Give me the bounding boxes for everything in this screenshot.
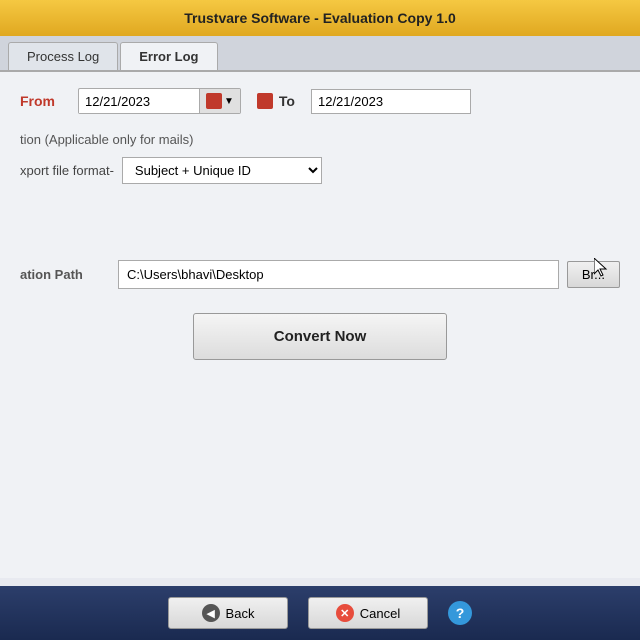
- cancel-label: Cancel: [360, 606, 400, 621]
- from-label: From: [20, 93, 70, 109]
- to-date-input[interactable]: [311, 89, 471, 114]
- browse-button[interactable]: Br...: [567, 261, 620, 288]
- footer: ◀ Back ✕ Cancel ?: [0, 586, 640, 640]
- from-date-input[interactable]: [79, 90, 199, 113]
- back-button[interactable]: ◀ Back: [168, 597, 288, 629]
- path-label: ation Path: [20, 267, 110, 282]
- from-date-wrapper: ▼: [78, 88, 241, 114]
- format-select[interactable]: Subject + Unique ID Subject Unique ID: [122, 157, 322, 184]
- tab-error-log[interactable]: Error Log: [120, 42, 217, 70]
- help-button[interactable]: ?: [448, 601, 472, 625]
- applicable-note: tion (Applicable only for mails): [20, 132, 620, 147]
- tab-bar: Process Log Error Log: [0, 36, 640, 72]
- path-row: ation Path Br...: [20, 260, 620, 289]
- from-date-calendar-btn[interactable]: ▼: [199, 89, 240, 113]
- date-row: From ▼ To: [20, 88, 620, 114]
- spacer: [20, 200, 620, 260]
- back-icon: ◀: [202, 604, 220, 622]
- tab-process-log[interactable]: Process Log: [8, 42, 118, 70]
- to-calendar-icon: [257, 93, 273, 109]
- app-title: Trustvare Software - Evaluation Copy 1.0: [184, 10, 456, 26]
- convert-now-button[interactable]: Convert Now: [193, 313, 448, 360]
- to-label: To: [257, 93, 295, 109]
- format-label: xport file format-: [20, 163, 114, 178]
- cancel-icon: ✕: [336, 604, 354, 622]
- convert-section: Convert Now: [20, 313, 620, 360]
- format-row: xport file format- Subject + Unique ID S…: [20, 157, 620, 184]
- cancel-button[interactable]: ✕ Cancel: [308, 597, 428, 629]
- back-label: Back: [226, 606, 255, 621]
- main-content: From ▼ To tion (Applicable only for mail…: [0, 72, 640, 578]
- title-bar: Trustvare Software - Evaluation Copy 1.0: [0, 0, 640, 36]
- destination-path-input[interactable]: [118, 260, 559, 289]
- calendar-icon: [206, 93, 222, 109]
